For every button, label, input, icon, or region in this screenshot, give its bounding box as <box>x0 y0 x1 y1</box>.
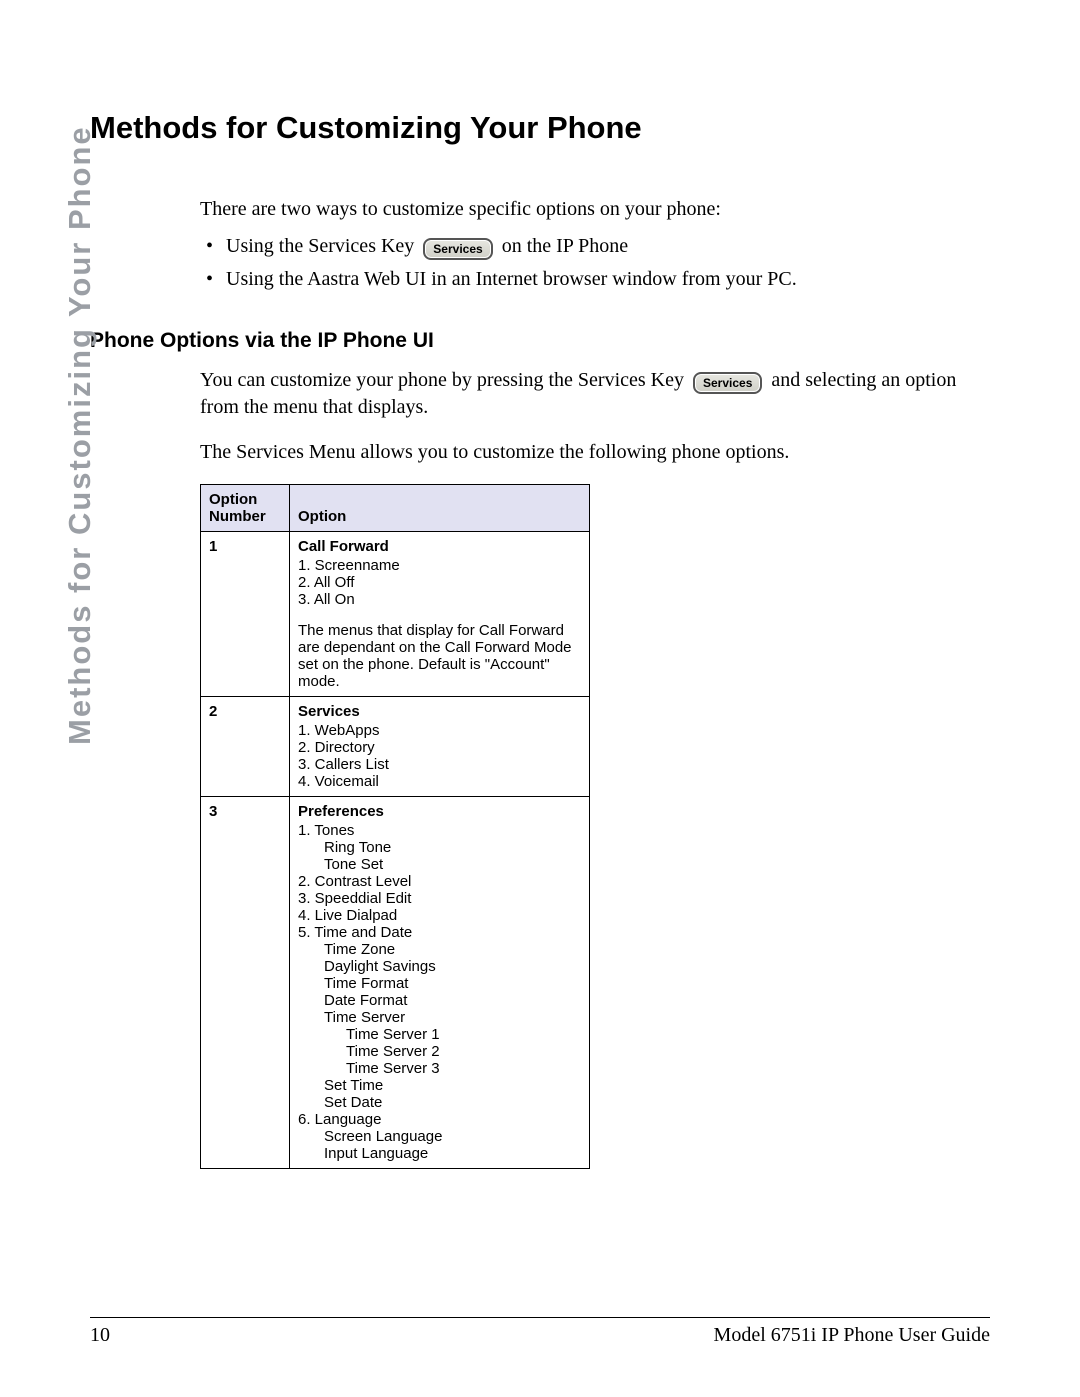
option-sub2line: Time Server 1 <box>298 1026 581 1043</box>
intro-text: There are two ways to customize specific… <box>200 196 990 223</box>
option-title: Preferences <box>298 803 581 820</box>
vertical-section-label: Methods for Customizing Your Phone <box>62 125 98 745</box>
option-cell: Services 1. WebApps 2. Directory 3. Call… <box>290 697 590 797</box>
option-subline: Time Format <box>298 975 581 992</box>
table-header-row: Option Number Option <box>201 485 590 532</box>
bullet-item: Using the Services Key Services on the I… <box>200 233 990 260</box>
option-note: The menus that display for Call Forward … <box>298 622 581 690</box>
option-subline: Input Language <box>298 1145 581 1162</box>
section-body: You can customize your phone by pressing… <box>200 367 990 466</box>
option-line: 2. Contrast Level <box>298 873 581 890</box>
services-key-icon: Services <box>423 238 492 260</box>
options-table: Option Number Option 1 Call Forward 1. S… <box>200 484 590 1169</box>
footer-title: Model 6751i IP Phone User Guide <box>714 1324 990 1347</box>
intro-bullets: Using the Services Key Services on the I… <box>200 233 990 293</box>
table-row: 3 Preferences 1. Tones Ring Tone Tone Se… <box>201 797 590 1169</box>
option-line: 4. Live Dialpad <box>298 907 581 924</box>
bullet1-pre: Using the Services Key <box>226 235 414 257</box>
option-subline: Time Zone <box>298 941 581 958</box>
option-title: Call Forward <box>298 538 581 555</box>
option-number: 3 <box>201 797 290 1169</box>
option-line: 1. Screenname <box>298 557 581 574</box>
services-key-icon: Services <box>693 372 762 394</box>
paragraph: The Services Menu allows you to customiz… <box>200 439 990 466</box>
option-subline: Set Date <box>298 1094 581 1111</box>
option-subline: Set Time <box>298 1077 581 1094</box>
option-number: 1 <box>201 532 290 697</box>
option-subline: Tone Set <box>298 856 581 873</box>
option-cell: Preferences 1. Tones Ring Tone Tone Set … <box>290 797 590 1169</box>
subheading: Phone Options via the IP Phone UI <box>90 329 990 353</box>
option-line: 2. All Off <box>298 574 581 591</box>
option-line: 3. Speeddial Edit <box>298 890 581 907</box>
table-row: 2 Services 1. WebApps 2. Directory 3. Ca… <box>201 697 590 797</box>
option-number: 2 <box>201 697 290 797</box>
para1-pre: You can customize your phone by pressing… <box>200 369 684 391</box>
option-line: 4. Voicemail <box>298 773 581 790</box>
page-footer: 10 Model 6751i IP Phone User Guide <box>90 1317 990 1347</box>
option-subline: Ring Tone <box>298 839 581 856</box>
option-subline: Time Server <box>298 1009 581 1026</box>
option-subline: Daylight Savings <box>298 958 581 975</box>
option-sub2line: Time Server 3 <box>298 1060 581 1077</box>
option-line: 1. Tones <box>298 822 581 839</box>
intro-block: There are two ways to customize specific… <box>200 196 990 293</box>
bullet-item: Using the Aastra Web UI in an Internet b… <box>200 266 990 293</box>
paragraph: You can customize your phone by pressing… <box>200 367 990 421</box>
table-row: 1 Call Forward 1. Screenname 2. All Off … <box>201 532 590 697</box>
option-line: 1. WebApps <box>298 722 581 739</box>
option-cell: Call Forward 1. Screenname 2. All Off 3.… <box>290 532 590 697</box>
option-sub2line: Time Server 2 <box>298 1043 581 1060</box>
document-page: Methods for Customizing Your Phone Metho… <box>0 0 1080 1397</box>
option-line: 6. Language <box>298 1111 581 1128</box>
option-line: 3. Callers List <box>298 756 581 773</box>
option-line: 5. Time and Date <box>298 924 581 941</box>
option-line: 2. Directory <box>298 739 581 756</box>
option-subline: Date Format <box>298 992 581 1009</box>
col-header-option: Option <box>290 485 590 532</box>
page-number: 10 <box>90 1324 110 1347</box>
page-heading: Methods for Customizing Your Phone <box>90 110 990 146</box>
option-subline: Screen Language <box>298 1128 581 1145</box>
bullet1-post: on the IP Phone <box>502 235 628 257</box>
col-header-number: Option Number <box>201 485 290 532</box>
option-title: Services <box>298 703 581 720</box>
option-line: 3. All On <box>298 591 581 608</box>
